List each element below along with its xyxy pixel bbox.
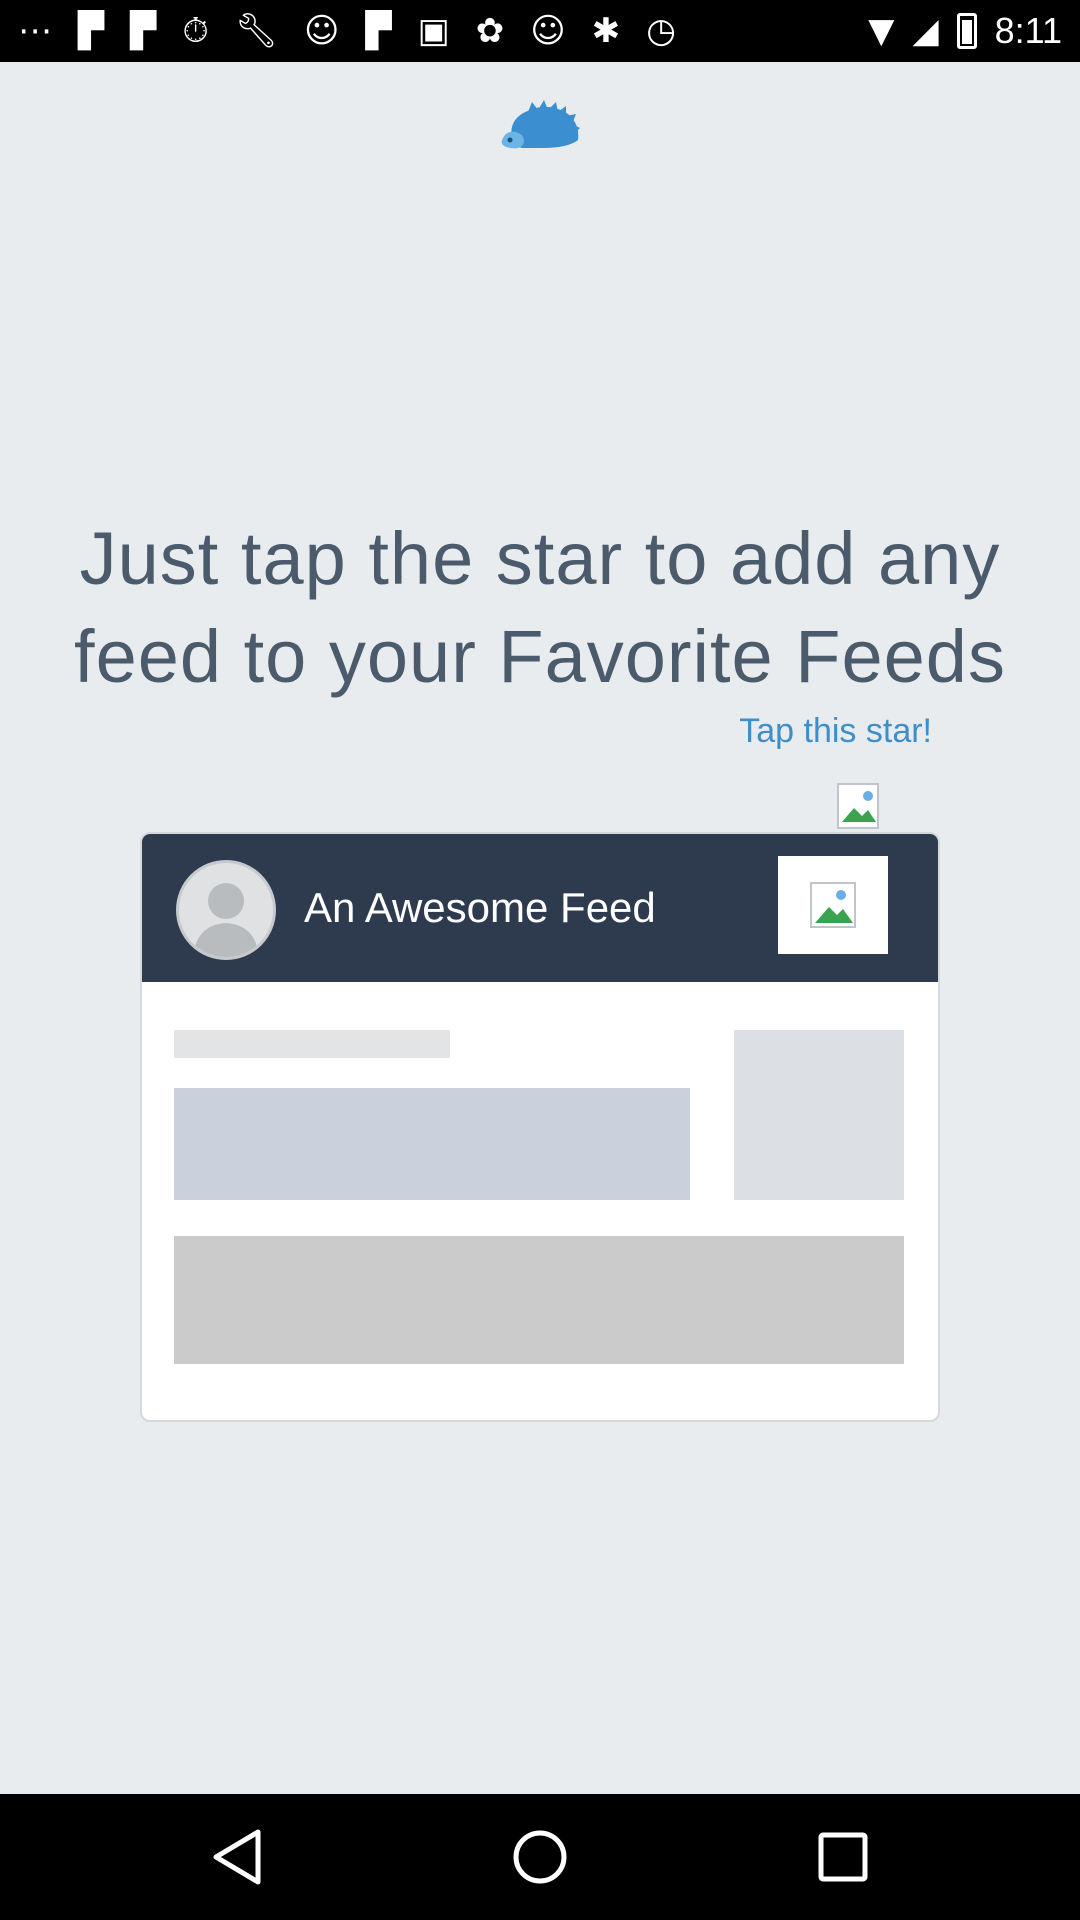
feed-card-header: An Awesome Feed — [142, 834, 938, 982]
home-icon[interactable] — [505, 1822, 575, 1892]
star-icon — [810, 882, 856, 928]
hedgehog-logo-icon — [501, 100, 580, 149]
favorite-star-button[interactable] — [778, 856, 888, 954]
headline-line-1: Just tap the star to add any — [79, 517, 1001, 600]
status-bar: ⋯ ▛ ▛ ⏱ 🔧︎ ☺ ▛ ▣ ✿ ☺ ✱ ◷ ▼ ◢ 8:11 — [0, 0, 1080, 62]
placeholder-title-line — [174, 1030, 450, 1058]
tsum-icon: ✿ — [475, 11, 505, 51]
flipboard-icon: ▛ — [78, 11, 105, 51]
smiley-icon: ☺ — [530, 11, 566, 51]
onboarding-headline: Just tap the star to add any feed to you… — [60, 510, 1020, 706]
smiley-icon: ☺ — [304, 11, 340, 51]
more-icon: ⋯ — [18, 11, 52, 51]
sample-feed-card: An Awesome Feed — [140, 832, 940, 1422]
feed-title: An Awesome Feed — [304, 884, 656, 931]
wrench-icon: 🔧︎ — [234, 11, 279, 51]
screen: ⋯ ▛ ▛ ⏱ 🔧︎ ☺ ▛ ▣ ✿ ☺ ✱ ◷ ▼ ◢ 8:11 Just t… — [0, 0, 1080, 1920]
flipboard-icon: ▛ — [130, 11, 157, 51]
flipboard-icon: ▛ — [365, 11, 392, 51]
navigation-bar — [0, 1794, 1080, 1920]
alarm-icon: ◷ — [646, 11, 676, 51]
stopwatch-icon: ⏱ — [182, 11, 209, 51]
recents-icon[interactable] — [808, 1822, 878, 1892]
placeholder-content-block — [174, 1236, 904, 1364]
tap-star-hint: Tap this star! — [739, 712, 932, 750]
battery-icon — [956, 13, 977, 49]
avatar-placeholder-icon — [193, 883, 259, 957]
notification-icons: ⋯ ▛ ▛ ⏱ 🔧︎ ☺ ▛ ▣ ✿ ☺ ✱ ◷ — [18, 10, 676, 52]
signal-icon: ◢ — [912, 11, 939, 51]
back-icon[interactable] — [202, 1822, 272, 1892]
wifi-icon: ▼ — [868, 11, 895, 51]
avatar — [176, 860, 276, 960]
status-time: 8:11 — [994, 10, 1062, 51]
bluetooth-icon: ✱ — [591, 11, 621, 51]
qt-icon: ▣ — [417, 11, 450, 51]
placeholder-text-block — [174, 1088, 690, 1200]
system-status: ▼ ◢ 8:11 — [868, 10, 1062, 52]
broken-image-icon — [837, 783, 879, 829]
headline-line-2: feed to your Favorite Feeds — [74, 615, 1006, 698]
placeholder-thumbnail — [734, 1030, 904, 1200]
